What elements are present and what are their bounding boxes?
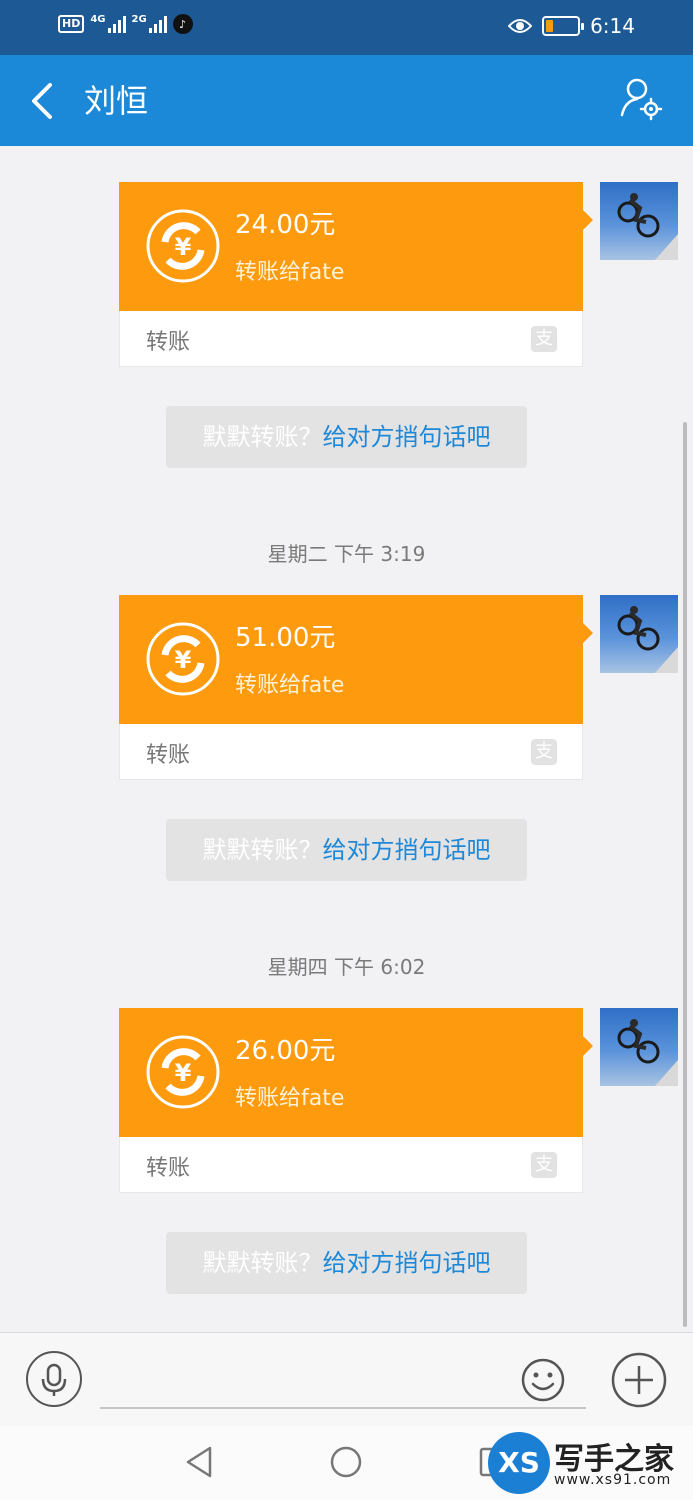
- message-prompt[interactable]: 默默转账？给对方捎句话吧: [166, 1232, 527, 1294]
- alipay-icon: 支: [531, 1152, 557, 1178]
- circle-home-icon[interactable]: [328, 1444, 364, 1480]
- smiley-icon[interactable]: [520, 1357, 566, 1403]
- alipay-icon: 支: [531, 739, 557, 765]
- avatar-image: [617, 1019, 678, 1086]
- avatar-image: [617, 193, 678, 260]
- prompt-link[interactable]: 给对方捎句话吧: [323, 423, 491, 451]
- signal-bars-icon: [148, 15, 167, 33]
- status-bar: HD 4G 2G ♪ 6:14: [0, 0, 693, 55]
- battery-level: [546, 20, 554, 32]
- status-time: 6:14: [590, 14, 635, 38]
- message-input[interactable]: [100, 1353, 586, 1409]
- prompt-link[interactable]: 给对方捎句话吧: [323, 836, 491, 864]
- transfer-card-footer: 转账 支: [119, 1137, 583, 1193]
- transfer-card[interactable]: ¥ 51.00元 转账给fate 转账 支: [119, 595, 593, 780]
- chat-header: 刘恒: [0, 55, 693, 146]
- chevron-left-icon[interactable]: [24, 79, 64, 123]
- prompt-text: 默默转账？: [202, 836, 323, 864]
- scrollbar[interactable]: [683, 422, 687, 1327]
- avatar[interactable]: [600, 595, 678, 673]
- transfer-recipient: 转账给fate: [235, 1086, 345, 1111]
- triangle-back-icon[interactable]: [182, 1444, 218, 1480]
- watermark: XS 写手之家 www.xs91.com: [488, 1432, 688, 1494]
- transfer-card-footer: 转账 支: [119, 311, 583, 367]
- network-4g: 4G: [90, 15, 126, 33]
- avatar[interactable]: [600, 1008, 678, 1086]
- chat-title: 刘恒: [84, 82, 149, 120]
- transfer-card-header: ¥ 51.00元 转账给fate: [119, 595, 593, 724]
- status-indicators: HD 4G 2G ♪: [58, 14, 193, 34]
- avatar[interactable]: [600, 182, 678, 260]
- chat-messages[interactable]: ¥ 24.00元 转账给fate 转账 支 默默转账？给对方捎句话吧 星期二 下…: [0, 146, 693, 1332]
- transfer-amount: 51.00元: [235, 623, 336, 653]
- message-prompt[interactable]: 默默转账？给对方捎句话吧: [166, 406, 527, 468]
- prompt-text: 默默转账？: [202, 1249, 323, 1277]
- transfer-recipient: 转账给fate: [235, 260, 345, 285]
- voice-button[interactable]: [26, 1351, 82, 1407]
- message-timestamp: 星期四 下午 6:02: [267, 955, 426, 979]
- signal-bars-icon: [107, 15, 126, 33]
- status-right: 6:14: [508, 14, 635, 38]
- prompt-link[interactable]: 给对方捎句话吧: [323, 1249, 491, 1277]
- transfer-type-label: 转账: [146, 330, 191, 355]
- network-2g: 2G: [132, 15, 167, 33]
- prompt-text: 默默转账？: [202, 423, 323, 451]
- avatar-image: [617, 606, 678, 673]
- transfer-card-header: ¥ 24.00元 转账给fate: [119, 182, 593, 311]
- transfer-amount: 26.00元: [235, 1036, 336, 1066]
- transfer-yuan-icon: ¥: [146, 209, 220, 283]
- message-prompt[interactable]: 默默转账？给对方捎句话吧: [166, 819, 527, 881]
- transfer-yuan-icon: ¥: [146, 1035, 220, 1109]
- tiktok-icon: ♪: [172, 14, 193, 34]
- svg-text:¥: ¥: [175, 646, 192, 674]
- transfer-type-label: 转账: [146, 1156, 191, 1181]
- transfer-yuan-icon: ¥: [146, 622, 220, 696]
- alipay-icon: 支: [531, 326, 557, 352]
- transfer-card[interactable]: ¥ 26.00元 转账给fate 转账 支: [119, 1008, 593, 1193]
- transfer-card-header: ¥ 26.00元 转账给fate: [119, 1008, 593, 1137]
- transfer-amount: 24.00元: [235, 210, 336, 240]
- watermark-badge: XS: [488, 1432, 550, 1494]
- svg-text:¥: ¥: [175, 233, 192, 261]
- transfer-type-label: 转账: [146, 743, 191, 768]
- user-settings-icon[interactable]: [617, 75, 667, 125]
- plus-circle-icon[interactable]: [610, 1351, 668, 1409]
- eye-icon: [508, 19, 533, 33]
- transfer-card-footer: 转账 支: [119, 724, 583, 780]
- message-timestamp: 星期二 下午 3:19: [267, 542, 426, 566]
- microphone-icon: [41, 1363, 67, 1396]
- input-bar: [0, 1332, 693, 1426]
- transfer-card[interactable]: ¥ 24.00元 转账给fate 转账 支: [119, 182, 593, 367]
- battery-icon: [542, 16, 585, 36]
- watermark-url: www.xs91.com: [554, 1472, 672, 1488]
- transfer-recipient: 转账给fate: [235, 673, 345, 698]
- svg-text:¥: ¥: [175, 1059, 192, 1087]
- hd-badge: HD: [58, 15, 85, 33]
